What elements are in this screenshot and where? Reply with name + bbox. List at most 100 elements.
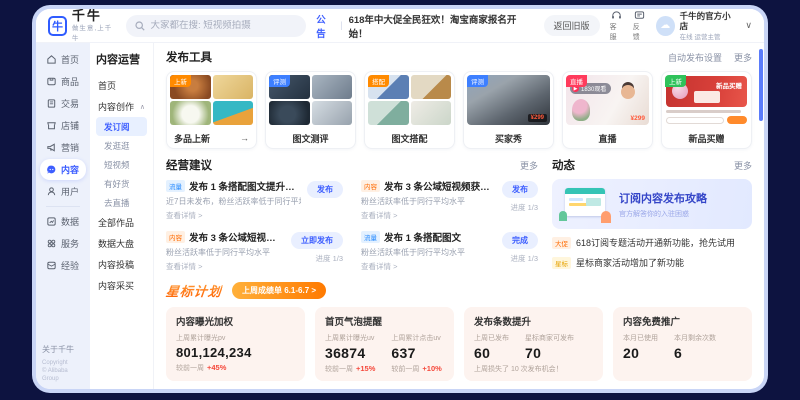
subnav-group-content-creation[interactable]: 内容创作 ∧ xyxy=(96,96,147,117)
account-menu[interactable]: ☁ 千牛的官方小店 在线 运营主管 xyxy=(656,11,736,41)
stat-card-bubble[interactable]: 首页气泡提醒 上周累计曝光uv 36874 较前一周 +15% 上周累计点击uv xyxy=(315,307,454,381)
sidebar-divider xyxy=(46,206,80,207)
tool-card-label: 多品上新 xyxy=(174,132,210,145)
stat-card-free-promo[interactable]: 内容免费推广 本月已使用 20 本月剩余次数 6 xyxy=(613,307,752,381)
dynamics-item[interactable]: 星标 星标商家活动增加了新功能 xyxy=(552,256,752,269)
feedback-button[interactable]: 反馈 xyxy=(633,10,646,42)
shop-name: 千牛的官方小店 xyxy=(680,11,736,31)
customer-service-button[interactable]: 客服 xyxy=(610,10,623,42)
auto-publish-settings-link[interactable]: 自动发布设置 xyxy=(668,51,722,64)
search-icon xyxy=(135,21,145,31)
subnav-item-content-purchase[interactable]: 内容采买 xyxy=(96,275,147,296)
metric-value: 20 xyxy=(623,345,658,361)
qianniu-logo[interactable]: 牛 千牛 做生意,上千牛 xyxy=(48,9,116,42)
dynamics-title: 动态 xyxy=(552,157,575,173)
suggestions-more-link[interactable]: 更多 xyxy=(520,159,538,172)
subnav-item-content-submit[interactable]: 内容投稿 xyxy=(96,254,147,275)
customer-service-label: 客服 xyxy=(610,22,623,42)
dynamics-item[interactable]: 大促 618订阅专题活动开通新功能，抢先试用 xyxy=(552,236,752,249)
about-qianniu-link[interactable]: 关于千牛 xyxy=(42,344,84,355)
subnav-item-all-works[interactable]: 全部作品 xyxy=(96,212,147,233)
home-icon xyxy=(46,54,57,65)
sidebar-item-content[interactable]: 内容 xyxy=(40,159,86,180)
sidebar-item-marketing[interactable]: 营销 xyxy=(40,137,86,158)
view-details-link[interactable]: 查看详情 > xyxy=(166,210,301,221)
suggestion-desc: 粉丝活跃率低于同行平均水平 xyxy=(361,196,496,207)
qianniu-logo-icon: 牛 xyxy=(48,16,67,36)
sidebar-item-home[interactable]: 首页 xyxy=(40,49,86,70)
suggestion-item: 内容 发布 3 条公域短视频获取流量 粉丝活跃率低于同行平均水平 查看详情 > … xyxy=(166,230,343,272)
sidebar-label: 营销 xyxy=(61,141,79,154)
metric-label: 上周已发布 xyxy=(474,333,509,343)
scrollbar-thumb[interactable] xyxy=(759,49,763,121)
subnav-item-home[interactable]: 首页 xyxy=(96,75,147,96)
tool-card-new-gift[interactable]: 上新 新品买赠 新品买赠 xyxy=(661,71,752,149)
content-chat-icon xyxy=(46,164,57,175)
chevron-down-icon[interactable]: ∨ xyxy=(745,20,752,31)
tool-card-outfit[interactable]: 搭配 图文搭配 xyxy=(364,71,455,149)
badge-review: 评测 xyxy=(467,75,488,87)
publish-now-button[interactable]: 立即发布 xyxy=(291,232,343,249)
view-details-link[interactable]: 查看详情 > xyxy=(361,261,496,272)
dynamics-more-link[interactable]: 更多 xyxy=(734,159,752,172)
tool-card-live[interactable]: 直播 ▶ 1830观看 ¥299 直播 xyxy=(562,71,653,149)
stat-title: 内容免费推广 xyxy=(623,314,742,328)
subnav-item-publish-subscribe[interactable]: 发订阅 xyxy=(96,117,147,136)
promo-inset-decor xyxy=(694,91,720,103)
metric-label: 星标商家可发布 xyxy=(525,333,574,343)
badge-new: 上新 xyxy=(665,75,686,87)
tool-card-label: 图文测评 xyxy=(292,132,328,145)
weekly-report-button[interactable]: 上周成绩单 6.1-6.7 > xyxy=(232,282,326,299)
data-chart-icon xyxy=(46,216,57,227)
metric-label: 本月已使用 xyxy=(623,333,658,343)
complete-button[interactable]: 完成 xyxy=(502,232,538,249)
sidebar-item-trade[interactable]: 交易 xyxy=(40,93,86,114)
view-details-link[interactable]: 查看详情 > xyxy=(361,210,496,221)
suggestion-title: 发布 1 条搭配图文 xyxy=(384,230,461,244)
tag-traffic: 流量 xyxy=(361,231,380,243)
user-icon xyxy=(46,186,57,197)
tool-card-review[interactable]: 评测 图文测评 xyxy=(265,71,356,149)
subnav-item-go-live[interactable]: 去直播 xyxy=(96,193,147,212)
service-grid-icon xyxy=(46,238,57,249)
sidebar-item-data[interactable]: 数据 xyxy=(40,211,86,232)
sidebar-label: 经验 xyxy=(61,259,79,272)
suggestion-desc: 粉丝活跃率低于同行平均水平 xyxy=(166,247,285,258)
announcement-bar[interactable]: 公告 | 618年中大促全民狂欢！淘宝商家报名开始！ xyxy=(316,12,523,40)
dynamics-item-text: 星标商家活动增加了新功能 xyxy=(576,256,684,269)
sidebar-item-goods[interactable]: 商品 xyxy=(40,71,86,92)
sidebar-item-service[interactable]: 服务 xyxy=(40,233,86,254)
publish-button[interactable]: 发布 xyxy=(502,181,538,198)
publish-button[interactable]: 发布 xyxy=(307,181,343,198)
promo-count-pill xyxy=(666,117,724,124)
announcement-text: 618年中大促全民狂欢！淘宝商家报名开始！ xyxy=(349,12,524,40)
tag-star: 星标 xyxy=(552,257,571,269)
subnav-title: 内容运营 xyxy=(96,51,147,67)
sidebar-item-shop[interactable]: 店铺 xyxy=(40,115,86,136)
metric-label: 上周累计曝光uv xyxy=(325,333,375,343)
search-box[interactable] xyxy=(126,15,306,37)
stat-card-publish-count[interactable]: 发布条数提升 上周已发布 60 星标商家可发布 70 上周损失了 10 次发布机… xyxy=(464,307,603,381)
tool-card-buyer-show[interactable]: 评测 ¥299 买家秀 xyxy=(463,71,554,149)
search-input[interactable] xyxy=(150,20,297,31)
subnav-item-good-goods[interactable]: 有好货 xyxy=(96,174,147,193)
badge-review: 评测 xyxy=(269,75,290,87)
publish-tools-more-link[interactable]: 更多 xyxy=(734,51,752,64)
subnav-item-short-video[interactable]: 短视频 xyxy=(96,155,147,174)
lost-chances-note: 上周损失了 10 次发布机会！ xyxy=(474,364,593,374)
stat-card-exposure[interactable]: 内容曝光加权 上周累计曝光pv 801,124,234 较前一周 +45% xyxy=(166,307,305,381)
logo-name: 千牛 xyxy=(72,9,117,22)
main-content: 发布工具 自动发布设置 更多 上新 多品上新 → xyxy=(154,43,764,389)
back-old-version-button[interactable]: 返回旧版 xyxy=(544,15,600,36)
suggestion-title: 发布 1 条搭配图文提升粉丝活跃 xyxy=(189,179,301,193)
tool-card-multi-new[interactable]: 上新 多品上新 → xyxy=(166,71,257,149)
dynamics-banner[interactable]: 订阅内容发布攻略 官方解答你的入驻困惑 xyxy=(552,179,752,229)
subnav-item-data-dashboard[interactable]: 数据大盘 xyxy=(96,233,147,254)
topbar: 牛 千牛 做生意,上千牛 公告 | 618年中大促全民狂欢！淘宝商家报名开始！ … xyxy=(36,9,764,43)
sidebar-item-experience[interactable]: 经验 xyxy=(40,255,86,276)
subnav-group-label: 内容创作 xyxy=(98,100,134,113)
subnav-item-publish-guangguang[interactable]: 发逛逛 xyxy=(96,136,147,155)
announcement-separator: | xyxy=(340,20,342,31)
sidebar-item-users[interactable]: 用户 xyxy=(40,181,86,202)
view-details-link[interactable]: 查看详情 > xyxy=(166,261,285,272)
